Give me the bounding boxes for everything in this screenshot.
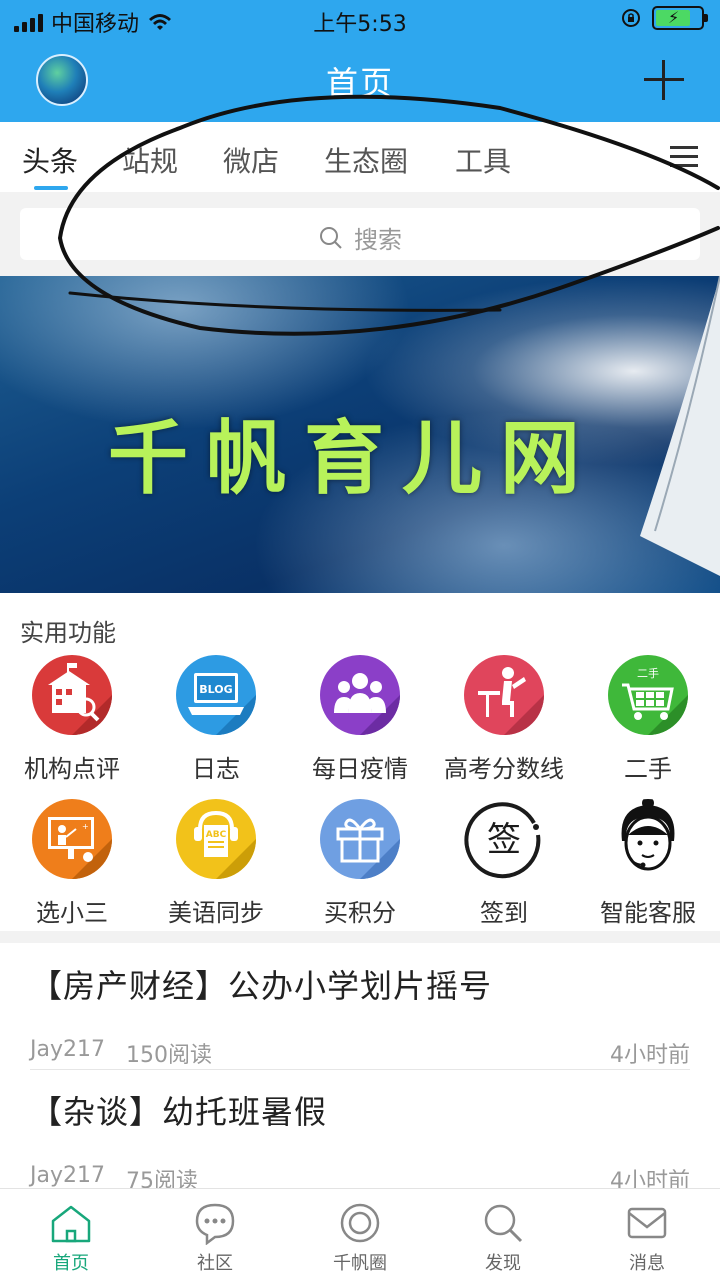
feature-customer-service[interactable]: 智能客服	[576, 799, 720, 928]
category-tabs: 头条 站规 微店 生态圈 工具	[0, 122, 720, 192]
feature-label: 智能客服	[600, 899, 696, 927]
feature-institution-review[interactable]: 机构点评	[0, 655, 144, 784]
bottom-nav-home[interactable]: 首页	[26, 1201, 116, 1275]
tab-headlines[interactable]: 头条	[22, 140, 78, 180]
student-desk-icon	[464, 655, 544, 735]
people-group-icon	[320, 655, 400, 735]
banner-title: 千帆育儿网	[108, 412, 598, 505]
battery-icon: ⚡	[652, 6, 708, 30]
home-icon	[51, 1205, 91, 1243]
article-meta: Jay217 75阅读 4小时前	[30, 1163, 690, 1194]
feature-second-hand[interactable]: 二手 二手	[576, 655, 720, 784]
plus-icon[interactable]	[644, 60, 684, 100]
bottom-nav-messages[interactable]: 消息	[602, 1201, 692, 1275]
bottom-nav-label: 消息	[629, 1253, 665, 1274]
feature-checkin[interactable]: 签 签到	[432, 799, 576, 928]
feature-label: 高考分数线	[444, 755, 564, 783]
feature-english-sync[interactable]: ABC 美语同步	[144, 799, 288, 928]
tab-shop[interactable]: 微店	[223, 140, 279, 180]
article-author: Jay217	[30, 1037, 105, 1062]
bottom-nav-discover[interactable]: 发现	[458, 1201, 548, 1275]
list-item[interactable]: 【房产财经】公办小学划片摇号 Jay217 150阅读 4小时前	[30, 961, 690, 1068]
bottom-nav-circle[interactable]: 千帆圈	[315, 1201, 405, 1275]
hamburger-menu-icon[interactable]	[670, 146, 698, 168]
feature-label: 每日疫情	[312, 755, 408, 783]
svg-text:ABC: ABC	[206, 830, 227, 840]
teacher-board-icon: +	[32, 799, 112, 879]
abc-book-icon: ABC	[176, 799, 256, 879]
bottom-nav-label: 发现	[485, 1253, 521, 1274]
status-time: 上午5:53	[313, 12, 407, 37]
search-icon	[320, 226, 342, 249]
top-bar: 中国移动 上午5:53 ⚡ 首页	[0, 0, 720, 122]
tab-ecosystem[interactable]: 生态圈	[324, 140, 408, 180]
bottom-nav-label: 社区	[197, 1253, 233, 1274]
article-list: 【房产财经】公办小学划片摇号 Jay217 150阅读 4小时前 【杂谈】幼托班…	[0, 943, 720, 1194]
svg-text:签: 签	[487, 820, 521, 860]
article-time: 4小时前	[610, 1043, 690, 1068]
feature-gaokao-score[interactable]: 高考分数线	[432, 655, 576, 784]
article-meta: Jay217 150阅读 4小时前	[30, 1037, 690, 1068]
article-author: Jay217	[30, 1163, 105, 1188]
search-placeholder: 搜索	[354, 226, 402, 254]
shopping-cart-icon: 二手	[608, 655, 688, 735]
blog-laptop-icon: BLOG	[176, 655, 256, 735]
circle-icon	[340, 1203, 380, 1243]
article-title: 【房产财经】公办小学划片摇号	[30, 967, 493, 1005]
feature-label: 签到	[480, 899, 528, 927]
features-panel: 实用功能 机构点评 BLOG 日志 每日疫情 高考分数线 二手 二手 + 选小三…	[0, 593, 720, 931]
active-tab-indicator	[34, 186, 68, 190]
feature-label: 二手	[624, 755, 672, 783]
tab-rules[interactable]: 站规	[122, 140, 178, 180]
article-reads: 150阅读	[126, 1043, 212, 1068]
feature-label: 美语同步	[168, 899, 264, 927]
app-screen: 中国移动 上午5:53 ⚡ 首页 头条 站规 微店 生态圈 工具 搜索 千帆育儿…	[0, 0, 720, 1280]
sail-image	[640, 276, 720, 576]
mail-icon	[627, 1207, 667, 1239]
feature-label: 买积分	[324, 899, 396, 927]
feature-label: 机构点评	[24, 755, 120, 783]
bottom-nav-label: 首页	[53, 1253, 89, 1274]
search-input[interactable]: 搜索	[20, 208, 700, 260]
divider	[30, 1069, 690, 1070]
svg-text:+: +	[82, 822, 89, 831]
gift-box-icon	[320, 799, 400, 879]
school-icon	[32, 655, 112, 735]
tab-tools[interactable]: 工具	[455, 140, 511, 180]
article-title: 【杂谈】幼托班暑假	[30, 1093, 328, 1131]
search-area: 搜索	[0, 192, 720, 276]
bottom-nav-label: 千帆圈	[333, 1253, 387, 1274]
rotation-lock-icon	[622, 9, 640, 27]
list-item[interactable]: 【杂谈】幼托班暑假 Jay217 75阅读 4小时前	[30, 1087, 690, 1194]
checkin-icon: 签	[464, 799, 544, 879]
status-right: ⚡	[620, 6, 708, 30]
search-inner: 搜索	[20, 220, 700, 255]
bottom-nav-community[interactable]: 社区	[170, 1201, 260, 1275]
feature-daily-epidemic[interactable]: 每日疫情	[288, 655, 432, 784]
status-bar: 中国移动 上午5:53 ⚡	[0, 0, 720, 40]
bottom-nav: 首页 社区 千帆圈 发现 消息	[0, 1188, 720, 1280]
svg-text:二手: 二手	[637, 666, 659, 680]
search-icon	[484, 1204, 523, 1243]
features-title: 实用功能	[20, 619, 116, 647]
feature-buy-points[interactable]: 买积分	[288, 799, 432, 928]
page-title: 首页	[325, 64, 394, 102]
feature-label: 选小三	[36, 899, 108, 927]
chat-bubble-icon	[195, 1203, 235, 1245]
feature-label: 日志	[192, 755, 240, 783]
svg-text:BLOG: BLOG	[199, 683, 232, 696]
customer-service-icon	[608, 799, 688, 879]
banner[interactable]: 千帆育儿网	[0, 276, 720, 593]
feature-blog[interactable]: BLOG 日志	[144, 655, 288, 784]
nav-bar: 首页	[0, 40, 720, 122]
feature-choose-school[interactable]: + 选小三	[0, 799, 144, 928]
